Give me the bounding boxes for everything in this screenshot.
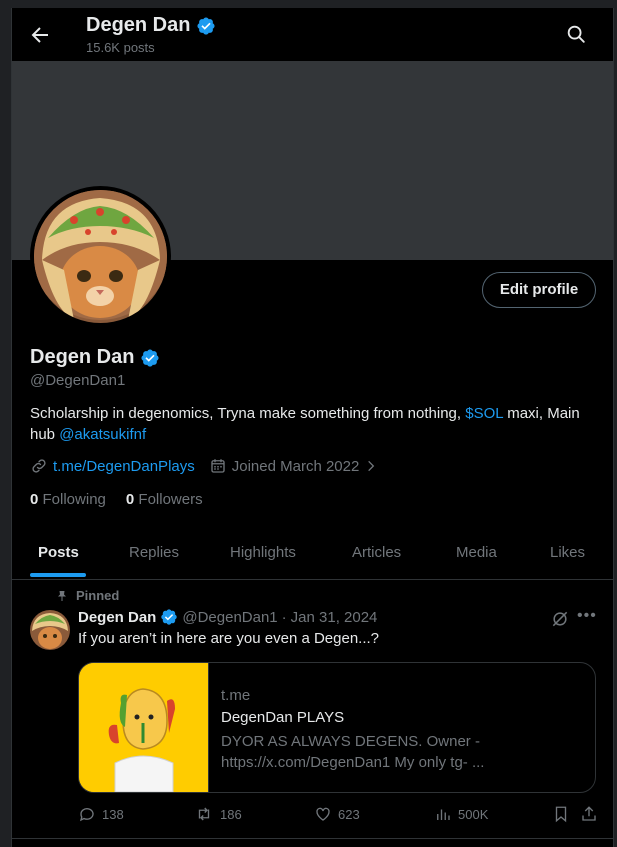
pinned-label: Pinned [56,588,119,603]
profile-name: Degen Dan [30,346,160,369]
profile-handle: @DegenDan1 [30,372,126,389]
tweet-date[interactable]: Jan 31, 2024 [291,609,378,626]
bio-text: Scholarship in degenomics, Tryna make so… [30,405,466,422]
profile-display-name: Degen Dan [30,346,135,368]
bio-cashtag-link[interactable]: $SOL [465,405,503,422]
followers-link[interactable]: 0 Followers [126,491,203,508]
verified-badge-icon[interactable] [140,348,160,368]
views-count: 500K [458,806,489,822]
pin-icon [56,590,68,602]
profile-page: Degen Dan 15.6K posts Edit profile Degen… [11,8,614,847]
profile-avatar-frame[interactable] [30,186,171,327]
profile-website[interactable]: t.me/DegenDanPlays [30,457,195,475]
card-title: DegenDan PLAYS [221,709,345,726]
divider [12,838,613,839]
search-icon[interactable] [565,23,587,45]
avatar[interactable] [34,190,167,323]
profile-bio: Scholarship in degenomics, Tryna make so… [30,403,600,445]
more-options-icon[interactable]: ••• [577,607,597,625]
profile-meta: t.me/DegenDanPlays Joined March 2022 [30,457,392,475]
card-image [79,663,209,792]
heart-icon [314,805,332,823]
views-button[interactable]: 500K [434,805,488,823]
repost-button[interactable]: 186 [194,805,242,823]
back-arrow-icon[interactable] [28,23,52,47]
following-link[interactable]: 0 Following [30,491,106,508]
chevron-right-icon[interactable] [364,459,378,473]
tweet-separator: · [281,608,287,626]
tab-posts[interactable]: Posts [38,526,79,579]
repost-count: 186 [220,806,242,822]
repost-icon [194,805,214,823]
tweet-author-handle[interactable]: @DegenDan1 [182,609,277,626]
tweet-text: If you aren’t in here are you even a Deg… [78,630,380,647]
tab-media[interactable]: Media [456,526,497,579]
card-domain: t.me [221,687,251,704]
bio-mention-link[interactable]: @akatsukifnf [59,426,146,443]
reply-button[interactable]: 138 [78,805,124,823]
bookmark-icon [552,805,570,823]
active-tab-indicator [30,573,86,577]
reply-count: 138 [102,806,124,822]
reply-icon [78,805,96,823]
profile-website-link[interactable]: t.me/DegenDanPlays [53,458,195,475]
pinned-text: Pinned [76,588,120,603]
tab-replies[interactable]: Replies [129,526,179,579]
tweet-author-name[interactable]: Degen Dan [78,609,156,626]
tweet-avatar[interactable] [30,610,70,650]
views-icon [434,805,452,823]
joined-date: Joined March 2022 [231,457,360,475]
followers-label: Followers [138,491,203,508]
profile-joined: Joined March 2022 [209,457,379,475]
follow-stats: 0 Following 0 Followers [30,491,203,508]
edit-profile-button[interactable]: Edit profile [482,272,596,308]
share-icon [580,805,598,823]
header-title: Degen Dan [86,14,216,37]
verified-badge-icon [160,608,178,626]
card-description: DYOR AS ALWAYS DEGENS. Owner - https://x… [221,733,485,771]
link-card[interactable]: t.me DegenDan PLAYS DYOR AS ALWAYS DEGEN… [78,662,596,793]
share-button[interactable] [580,805,598,823]
profile-tabs: Posts Replies Highlights Articles Media … [12,526,613,580]
tab-articles[interactable]: Articles [352,526,401,579]
header-name: Degen Dan [86,14,191,36]
calendar-icon [209,457,227,475]
tweet-actions: 138 186 623 500K [78,805,598,827]
like-count: 623 [338,806,360,822]
grok-icon[interactable] [550,609,570,629]
top-bar: Degen Dan 15.6K posts [12,8,613,61]
tweet-header: Degen Dan @DegenDan1 · Jan 31, 2024 [78,608,377,626]
following-count: 0 [30,491,39,508]
posts-count: 15.6K posts [86,40,155,55]
tab-likes[interactable]: Likes [550,526,585,579]
link-icon [30,457,48,475]
verified-badge-icon [196,16,216,36]
tab-highlights[interactable]: Highlights [230,526,296,579]
following-label: Following [42,491,106,508]
bookmark-button[interactable] [552,805,570,823]
like-button[interactable]: 623 [314,805,360,823]
followers-count: 0 [125,491,135,508]
